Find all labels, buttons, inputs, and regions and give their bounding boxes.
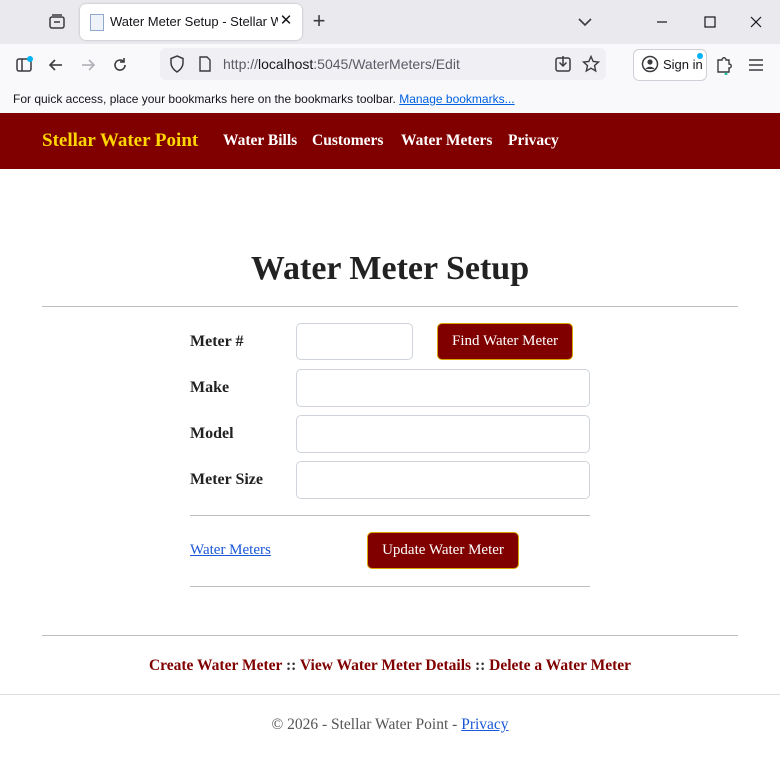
bookmarks-hint-text: For quick access, place your bookmarks h… [13, 92, 396, 106]
back-arrow-icon[interactable] [44, 53, 68, 77]
bottom-links: Create Water Meter :: View Water Meter D… [0, 657, 780, 675]
page-favicon-icon [90, 14, 104, 31]
window-close-icon[interactable] [741, 8, 771, 36]
water-meters-back-link[interactable]: Water Meters [190, 542, 271, 559]
tab-title: Water Meter Setup - Stellar Water Point [110, 14, 278, 29]
save-to-pocket-icon[interactable] [551, 52, 575, 76]
address-bar[interactable]: http://localhost:5045/WaterMeters/Edit [160, 48, 606, 80]
view-water-meter-details-link[interactable]: View Water Meter Details [300, 657, 471, 674]
site-navbar: Stellar Water Point Water Bills Customer… [0, 113, 780, 169]
sign-in-button[interactable]: Sign in [633, 49, 707, 81]
bookmarks-toolbar: For quick access, place your bookmarks h… [0, 85, 780, 114]
nav-link-water-bills[interactable]: Water Bills [223, 132, 297, 150]
footer-privacy-link[interactable]: Privacy [461, 716, 508, 733]
app-menu-hamburger-icon[interactable] [744, 53, 768, 77]
url-text[interactable]: http://localhost:5045/WaterMeters/Edit [223, 56, 460, 72]
link-separator: :: [285, 657, 297, 674]
extensions-puzzle-icon[interactable] [712, 53, 736, 77]
browser-toolbar: http://localhost:5045/WaterMeters/Edit S… [0, 44, 780, 85]
bookmarks-message: For quick access, place your bookmarks h… [13, 92, 515, 106]
title-divider [42, 306, 738, 307]
page-info-icon[interactable] [193, 52, 217, 76]
nav-link-privacy[interactable]: Privacy [508, 132, 559, 150]
model-label: Model [190, 425, 234, 442]
nav-link-water-meters[interactable]: Water Meters [401, 132, 492, 150]
footer-copyright: © 2026 - Stellar Water Point - [271, 716, 462, 733]
browser-tab-active[interactable]: Water Meter Setup - Stellar Water Point … [80, 4, 302, 40]
footer: © 2026 - Stellar Water Point - Privacy [0, 716, 780, 734]
sidebar-toggle-icon[interactable] [12, 53, 36, 77]
tracking-shield-icon[interactable] [165, 52, 189, 76]
link-separator: :: [474, 657, 486, 674]
meter-size-label: Meter Size [190, 471, 263, 488]
meter-size-input[interactable] [296, 461, 590, 499]
account-icon [638, 52, 662, 76]
forward-arrow-icon[interactable] [76, 53, 100, 77]
site-brand-link[interactable]: Stellar Water Point [42, 130, 198, 152]
footer-divider [0, 694, 780, 695]
form-divider-bottom [190, 586, 590, 587]
tab-close-icon[interactable]: ✕ [277, 12, 295, 30]
nav-link-customers[interactable]: Customers [312, 132, 383, 150]
content-divider [42, 635, 738, 636]
form-divider-top [190, 515, 590, 516]
find-water-meter-button[interactable]: Find Water Meter [437, 323, 573, 360]
tab-overflow-chevron-icon[interactable] [574, 12, 596, 32]
notification-dot [697, 53, 703, 59]
update-water-meter-button[interactable]: Update Water Meter [367, 532, 519, 569]
sign-in-label: Sign in [663, 57, 703, 72]
page-title: Water Meter Setup [250, 250, 530, 287]
tab-list-icon[interactable] [46, 11, 68, 33]
meter-number-label: Meter # [190, 333, 244, 350]
delete-water-meter-link[interactable]: Delete a Water Meter [489, 657, 631, 674]
reload-icon[interactable] [108, 53, 132, 77]
create-water-meter-link[interactable]: Create Water Meter [149, 657, 282, 674]
window-minimize-icon[interactable] [647, 8, 677, 36]
bookmark-star-icon[interactable] [579, 52, 603, 76]
make-input[interactable] [296, 369, 590, 407]
manage-bookmarks-link[interactable]: Manage bookmarks... [399, 92, 514, 106]
new-tab-button[interactable]: + [308, 10, 330, 32]
browser-tab-strip: Water Meter Setup - Stellar Water Point … [0, 0, 780, 44]
make-label: Make [190, 379, 230, 396]
meter-number-input[interactable] [296, 323, 413, 360]
model-input[interactable] [296, 415, 590, 453]
window-maximize-icon[interactable] [695, 8, 725, 36]
